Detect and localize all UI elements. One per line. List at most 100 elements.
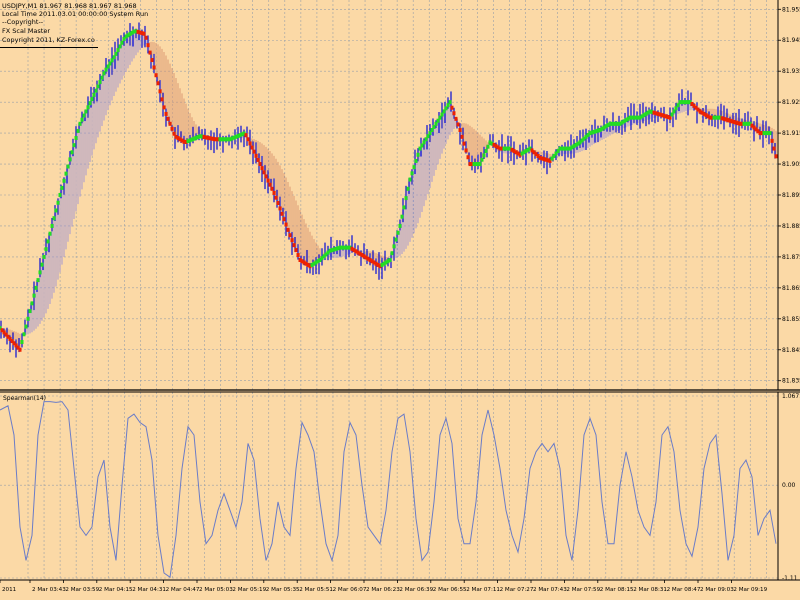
spearman-axis-label: -1.11 bbox=[782, 575, 798, 582]
trend-marker bbox=[142, 31, 146, 36]
trend-marker bbox=[66, 164, 70, 169]
local-time-line: Local Time 2011.03.01 00:00:00 System Ru… bbox=[2, 10, 149, 18]
time-axis-label: 2 Mar 03:59 bbox=[65, 587, 99, 593]
time-axis-label: 2011 bbox=[2, 587, 17, 593]
trend-marker bbox=[52, 216, 56, 221]
trend-marker bbox=[392, 244, 396, 249]
time-axis-label: 2 Mar 04:47 bbox=[166, 587, 200, 593]
time-axis-label: 2 Mar 06:39 bbox=[399, 587, 433, 593]
price-chart-canvas[interactable]: 81.955 81.945 81.935 81.925 81.915 81.905 81.8… bbox=[0, 0, 800, 600]
spearman-line bbox=[0, 401, 777, 579]
trend-marker bbox=[464, 148, 468, 153]
trend-marker bbox=[244, 133, 248, 138]
trend-marker bbox=[152, 65, 156, 70]
trend-marker bbox=[98, 80, 102, 85]
trend-marker bbox=[154, 73, 158, 78]
trend-marker bbox=[168, 121, 172, 126]
trend-marker bbox=[102, 71, 106, 76]
trend-marker bbox=[248, 141, 252, 146]
trend-marker bbox=[410, 171, 414, 176]
trend-marker bbox=[158, 89, 162, 94]
price-axis-label: 81.865 bbox=[782, 285, 800, 292]
trend-marker bbox=[86, 105, 90, 110]
trend-marker bbox=[20, 340, 24, 345]
trend-marker bbox=[286, 227, 290, 232]
trend-marker bbox=[80, 117, 84, 122]
trend-marker bbox=[72, 143, 76, 148]
trend-marker bbox=[774, 154, 778, 159]
trend-marker bbox=[278, 206, 282, 211]
trend-marker bbox=[24, 324, 28, 329]
trend-marker bbox=[280, 211, 284, 216]
trend-marker bbox=[276, 201, 280, 206]
price-axis-label: 81.875 bbox=[782, 254, 800, 261]
trend-marker bbox=[112, 55, 116, 60]
trend-marker bbox=[92, 92, 96, 97]
trend-marker bbox=[772, 146, 776, 151]
price-axis-label: 81.955 bbox=[782, 6, 800, 13]
spearman-axis-label: 1.0671 bbox=[782, 393, 800, 400]
trend-marker bbox=[398, 223, 402, 228]
trend-marker bbox=[68, 157, 72, 162]
price-axis-label: 81.835 bbox=[782, 378, 800, 385]
price-axis-label: 81.845 bbox=[782, 347, 800, 354]
time-axis-label: 2 Mar 05:35 bbox=[266, 587, 300, 593]
time-axis-label: 2 Mar 05:51 bbox=[299, 587, 333, 593]
trend-marker bbox=[414, 158, 418, 163]
trend-marker bbox=[58, 193, 62, 197]
trend-marker bbox=[90, 97, 94, 102]
trend-marker bbox=[466, 155, 470, 160]
trend-marker bbox=[272, 190, 276, 195]
trend-marker bbox=[450, 105, 454, 110]
trend-marker bbox=[478, 162, 482, 167]
time-axis-label: 2 Mar 04:15 bbox=[99, 587, 133, 593]
trend-marker bbox=[274, 195, 278, 200]
trend-marker bbox=[256, 157, 260, 162]
time-axis-label: 2 Mar 06:07 bbox=[333, 587, 367, 593]
time-axis-label: 2 Mar 07:43 bbox=[533, 587, 567, 593]
trend-marker bbox=[56, 200, 60, 205]
time-axis-label: 2 Mar 08:31 bbox=[633, 587, 667, 593]
copyright-label: --Copyright-- bbox=[2, 18, 44, 26]
trend-marker bbox=[40, 262, 44, 267]
trend-marker bbox=[54, 208, 58, 213]
trend-marker bbox=[144, 35, 148, 40]
trend-marker bbox=[406, 186, 410, 191]
price-axis-label: 81.885 bbox=[782, 223, 800, 230]
trend-marker bbox=[452, 111, 456, 116]
price-axis-label: 81.935 bbox=[782, 68, 800, 75]
trend-marker bbox=[294, 248, 298, 253]
trend-marker bbox=[46, 239, 50, 244]
trend-marker bbox=[282, 217, 286, 222]
copyright-text: Copyright 2011, KZ-Forex.co bbox=[2, 36, 95, 44]
time-axis-label: 2 Mar 03:43 bbox=[32, 587, 66, 593]
trend-marker bbox=[456, 122, 460, 127]
trend-marker bbox=[252, 149, 256, 154]
trend-marker bbox=[388, 258, 392, 262]
time-axis-label: 2 Mar 09:03 bbox=[700, 587, 734, 593]
time-axis-label: 2 Mar 08:47 bbox=[667, 587, 701, 593]
trend-marker bbox=[484, 149, 488, 154]
time-axis-label: 2 Mar 08:15 bbox=[600, 587, 634, 593]
trend-marker bbox=[260, 166, 264, 171]
time-axis-label: 2 Mar 06:23 bbox=[366, 587, 400, 593]
trend-marker bbox=[480, 157, 484, 162]
trend-marker bbox=[250, 145, 254, 150]
trend-marker bbox=[148, 50, 152, 55]
trend-marker bbox=[270, 186, 274, 191]
trend-marker bbox=[38, 270, 42, 275]
trend-marker bbox=[78, 121, 82, 126]
trend-marker bbox=[34, 285, 38, 290]
trend-marker bbox=[288, 233, 292, 238]
trend-marker bbox=[76, 128, 80, 133]
trend-marker bbox=[64, 171, 68, 176]
trend-marker bbox=[170, 126, 174, 131]
trend-marker bbox=[62, 178, 66, 183]
trend-marker bbox=[164, 111, 168, 116]
trend-marker bbox=[50, 223, 54, 228]
trend-marker bbox=[114, 51, 118, 56]
trend-marker bbox=[290, 238, 294, 243]
symbol-quote-line: USDJPY,M1 81.967 81.968 81.967 81.968 bbox=[2, 2, 137, 10]
trend-marker bbox=[394, 237, 398, 242]
trend-marker bbox=[416, 152, 420, 157]
